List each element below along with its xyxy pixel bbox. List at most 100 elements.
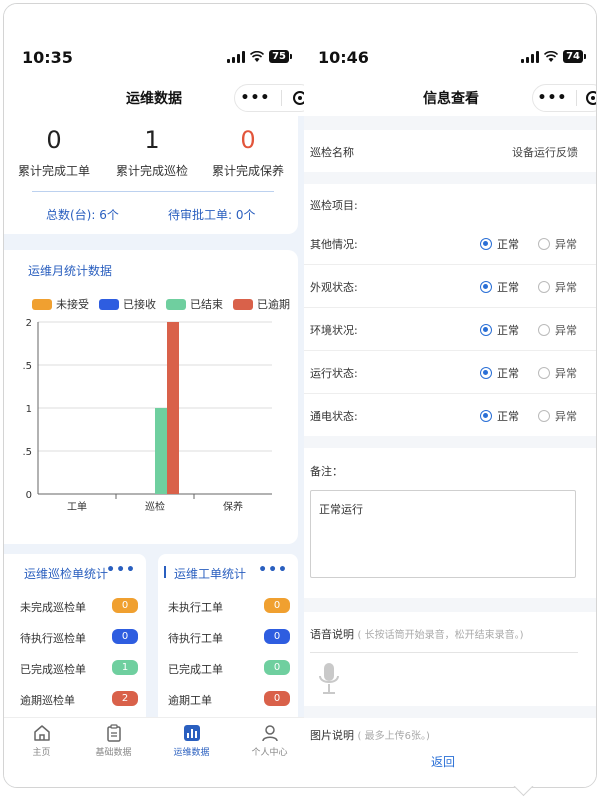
battery-tip (290, 54, 292, 59)
radio-abnormal[interactable]: 异常 (538, 322, 577, 338)
tab-label: 主页 (32, 748, 51, 758)
row-label: 待执行工单 (168, 632, 223, 645)
inspection-name-value: 设备运行反馈 (512, 146, 578, 159)
count-badge: 0 (264, 691, 290, 706)
item-label: 通电状态: (310, 410, 358, 423)
radio-label: 正常 (497, 281, 519, 294)
x-tick-label: 工单 (67, 501, 87, 513)
list-item[interactable]: 已完成巡检单 1 (4, 658, 146, 678)
tab-profile[interactable]: 个人中心 (232, 724, 304, 758)
back-button[interactable]: 返回 (304, 753, 582, 770)
list-item[interactable]: 待执行工单 0 (158, 627, 298, 647)
remark-textarea[interactable]: 正常运行 (310, 490, 576, 578)
list-item[interactable]: 逾期巡检单 2 (4, 689, 146, 709)
inspection-items-header: 巡检项目: (310, 199, 358, 212)
count-badge: 1 (112, 660, 138, 675)
radio-abnormal[interactable]: 异常 (538, 365, 577, 381)
stat-inspections: 1 累计完成巡检 (102, 126, 202, 179)
stat-value: 0 (240, 126, 256, 154)
radio-dot (480, 367, 492, 379)
legend-swatch (166, 298, 186, 310)
x-tick-label: 保养 (223, 500, 243, 513)
status-icons: 75 (227, 50, 292, 63)
bar-chart-icon (183, 725, 200, 741)
total-devices[interactable]: 总数(台): 6个 (46, 206, 119, 223)
pending-orders[interactable]: 待审批工单: 0个 (168, 206, 256, 223)
signal-icon (227, 50, 246, 63)
capsule-divider (576, 90, 578, 106)
y-tick-label: .5 (22, 361, 32, 372)
radio-label: 异常 (555, 367, 577, 380)
list-item[interactable]: 未执行工单 0 (158, 596, 298, 616)
bar (167, 322, 179, 494)
radio-dot (538, 410, 550, 422)
work-order-stats-title: 运维工单统计 (163, 566, 247, 581)
tab-label: 基础数据 (95, 748, 132, 758)
chart-title: 运维月统计数据 (28, 264, 113, 278)
home-icon (33, 725, 50, 741)
inspection-item-row: 运行状态: 正常 异常 (304, 351, 596, 394)
close-target-icon[interactable] (293, 91, 304, 105)
y-tick-label: 1 (26, 404, 32, 415)
radio-label: 异常 (555, 410, 577, 423)
legend-swatch (233, 298, 253, 310)
microphone-icon[interactable] (318, 662, 340, 696)
tab-basic-data[interactable]: 基础数据 (76, 724, 151, 758)
wifi-icon (250, 50, 265, 62)
row-label: 待执行巡检单 (20, 632, 86, 645)
count-badge: 0 (264, 629, 290, 644)
x-tick-label: 巡检 (145, 500, 165, 513)
voice-divider (310, 652, 578, 653)
legend-swatch (99, 298, 119, 310)
more-icon[interactable]: ••• (106, 562, 136, 578)
status-bar: 10:46 74 (304, 4, 596, 80)
row-label: 逾期巡检单 (20, 694, 75, 707)
status-icons: 74 (521, 50, 586, 63)
radio-dot (538, 324, 550, 336)
inspection-items-section: 巡检项目: 其他情况: 正常 异常 外观状态: 正常 异常 环境状况: 正常 异… (304, 184, 596, 437)
remark-label: 备注： (310, 465, 343, 478)
more-icon[interactable]: ••• (241, 90, 271, 106)
item-label: 外观状态: (310, 281, 358, 294)
radio-normal[interactable]: 正常 (480, 408, 519, 424)
total-label: 总数(台): (46, 208, 96, 222)
radio-dot (480, 238, 492, 250)
inspection-item-row: 其他情况: 正常 异常 (304, 222, 596, 265)
status-time: 10:46 (318, 48, 369, 67)
radio-dot (480, 410, 492, 422)
tab-ops-data[interactable]: 运维数据 (154, 724, 229, 758)
pending-value: 0个 (235, 208, 256, 222)
inspection-item-row: 通电状态: 正常 异常 (304, 394, 596, 437)
radio-abnormal[interactable]: 异常 (538, 236, 577, 252)
radio-normal[interactable]: 正常 (480, 365, 519, 381)
inspection-stats-title: 运维巡检单统计 (24, 567, 109, 581)
user-icon (261, 725, 278, 742)
legend-swatch (32, 298, 52, 310)
voice-hint: ( 长按话筒开始录音，松开结束录音。) (357, 630, 524, 641)
list-item[interactable]: 逾期工单 0 (158, 689, 298, 709)
voice-label: 语音说明 (310, 628, 354, 641)
radio-normal[interactable]: 正常 (480, 322, 519, 338)
item-label: 环境状况: (310, 324, 358, 337)
summary-divider (32, 191, 274, 192)
close-target-icon[interactable] (586, 91, 596, 105)
row-label: 已完成工单 (168, 663, 223, 676)
radio-dot (538, 238, 550, 250)
radio-abnormal[interactable]: 异常 (538, 408, 577, 424)
tab-home[interactable]: 主页 (4, 724, 79, 758)
inspection-name-row: 巡检名称 设备运行反馈 (304, 130, 596, 172)
image-label: 图片说明 (310, 729, 354, 742)
list-item[interactable]: 已完成工单 0 (158, 658, 298, 678)
list-item[interactable]: 待执行巡检单 0 (4, 627, 146, 647)
more-icon[interactable]: ••• (258, 562, 288, 578)
list-item[interactable]: 未完成巡检单 0 (4, 596, 146, 616)
radio-label: 正常 (497, 324, 519, 337)
more-icon[interactable]: ••• (538, 90, 568, 106)
radio-normal[interactable]: 正常 (480, 236, 519, 252)
radio-label: 正常 (497, 238, 519, 251)
y-tick-label: 0 (26, 490, 32, 501)
radio-abnormal[interactable]: 异常 (538, 279, 577, 295)
count-badge: 0 (264, 660, 290, 675)
clipboard-icon (106, 724, 121, 742)
radio-normal[interactable]: 正常 (480, 279, 519, 295)
